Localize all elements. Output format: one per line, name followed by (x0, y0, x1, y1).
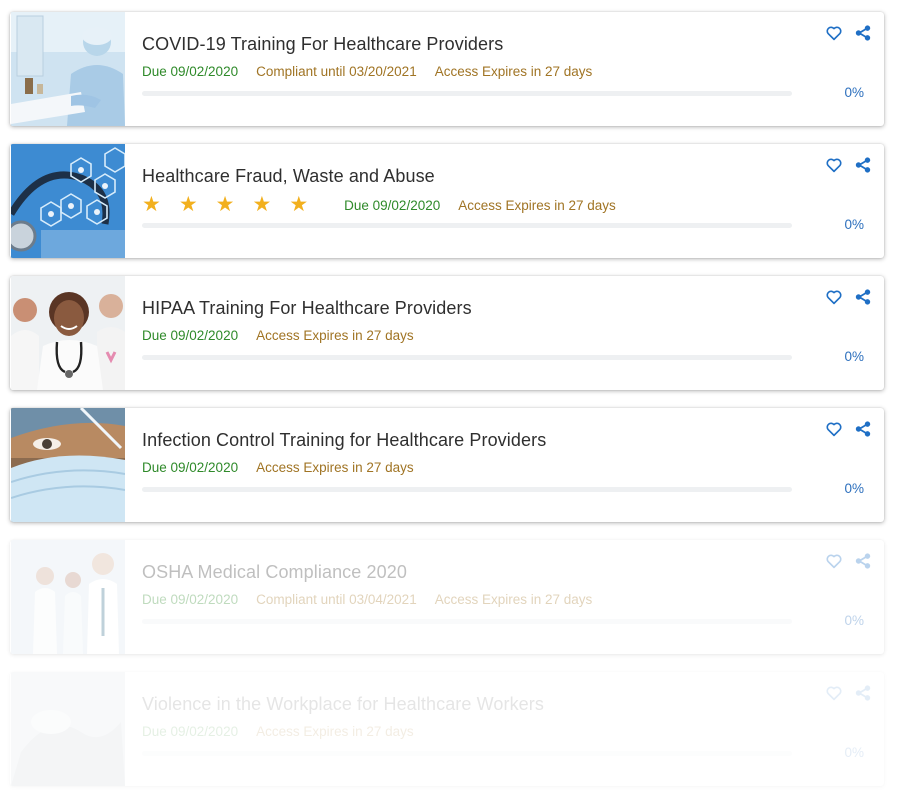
course-card[interactable]: Healthcare Fraud, Waste and Abuse ★ ★ ★ … (10, 144, 884, 258)
progress-bar (142, 223, 792, 228)
due-date: Due 09/02/2020 (344, 197, 441, 213)
star-icon: ★ (289, 193, 309, 216)
progress-bar (142, 91, 792, 96)
heart-outline-icon[interactable] (825, 24, 843, 42)
share-icon[interactable] (854, 420, 872, 438)
progress-percent: 0% (844, 217, 864, 232)
star-icon: ★ (252, 193, 272, 216)
progress-bar (142, 355, 792, 360)
course-thumbnail[interactable] (11, 408, 125, 522)
progress-bar (142, 619, 792, 624)
star-icon: ★ (215, 193, 235, 216)
course-meta: Due 09/02/2020 Compliant until 03/20/202… (142, 64, 610, 79)
star-icon: ★ (142, 193, 161, 216)
heart-outline-icon[interactable] (825, 684, 843, 702)
course-title[interactable]: COVID-19 Training For Healthcare Provide… (142, 34, 503, 55)
access-expiry: Access Expires in 27 days (458, 197, 616, 213)
course-thumbnail[interactable] (11, 672, 125, 786)
share-icon[interactable] (854, 684, 872, 702)
course-card[interactable]: HIPAA Training For Healthcare Providers … (10, 276, 884, 390)
course-title[interactable]: Infection Control Training for Healthcar… (142, 430, 546, 451)
access-expiry: Access Expires in 27 days (256, 724, 414, 739)
course-meta: Due 09/02/2020 Access Expires in 27 days (142, 460, 432, 475)
due-date: Due 09/02/2020 (142, 592, 239, 607)
course-thumbnail[interactable] (11, 276, 125, 390)
progress-percent: 0% (844, 481, 864, 496)
course-meta: Due 09/02/2020 Compliant until 03/04/202… (142, 592, 610, 607)
share-icon[interactable] (854, 552, 872, 570)
heart-outline-icon[interactable] (825, 420, 843, 438)
course-meta: Due 09/02/2020 Access Expires in 27 days (142, 328, 432, 343)
heart-outline-icon[interactable] (825, 288, 843, 306)
access-expiry: Access Expires in 27 days (434, 592, 593, 607)
course-title[interactable]: HIPAA Training For Healthcare Providers (142, 298, 472, 319)
due-date: Due 09/02/2020 (142, 724, 239, 739)
progress-percent: 0% (844, 85, 864, 100)
course-card[interactable]: COVID-19 Training For Healthcare Provide… (10, 12, 884, 126)
progress-bar (142, 487, 792, 492)
course-card[interactable]: Violence in the Workplace for Healthcare… (10, 672, 884, 786)
course-thumbnail[interactable] (11, 540, 125, 654)
progress-bar (142, 751, 792, 756)
access-expiry: Access Expires in 27 days (256, 460, 414, 475)
star-rating: ★ ★ ★ ★ ★ (142, 193, 326, 216)
course-thumbnail[interactable] (11, 144, 125, 258)
access-expiry: Access Expires in 27 days (434, 64, 593, 79)
course-thumbnail[interactable] (11, 12, 125, 126)
star-icon: ★ (178, 193, 198, 216)
course-title[interactable]: Healthcare Fraud, Waste and Abuse (142, 166, 435, 187)
due-date: Due 09/02/2020 (142, 460, 239, 475)
due-date: Due 09/02/2020 (142, 328, 239, 343)
progress-percent: 0% (844, 349, 864, 364)
share-icon[interactable] (854, 24, 872, 42)
course-meta: Due 09/02/2020 Access Expires in 27 days (142, 724, 432, 739)
progress-percent: 0% (844, 745, 864, 760)
compliance-status: Compliant until 03/20/2021 (256, 64, 417, 79)
share-icon[interactable] (854, 156, 872, 174)
course-meta: ★ ★ ★ ★ ★ Due 09/02/2020 Access Expires … (142, 193, 634, 216)
share-icon[interactable] (854, 288, 872, 306)
progress-percent: 0% (844, 613, 864, 628)
course-list: COVID-19 Training For Healthcare Provide… (0, 0, 900, 798)
heart-outline-icon[interactable] (825, 156, 843, 174)
compliance-status: Compliant until 03/04/2021 (256, 592, 417, 607)
due-date: Due 09/02/2020 (142, 64, 239, 79)
heart-outline-icon[interactable] (825, 552, 843, 570)
access-expiry: Access Expires in 27 days (256, 328, 414, 343)
course-card[interactable]: Infection Control Training for Healthcar… (10, 408, 884, 522)
course-title[interactable]: Violence in the Workplace for Healthcare… (142, 694, 544, 715)
course-title[interactable]: OSHA Medical Compliance 2020 (142, 562, 407, 583)
course-card[interactable]: OSHA Medical Compliance 2020 Due 09/02/2… (10, 540, 884, 654)
